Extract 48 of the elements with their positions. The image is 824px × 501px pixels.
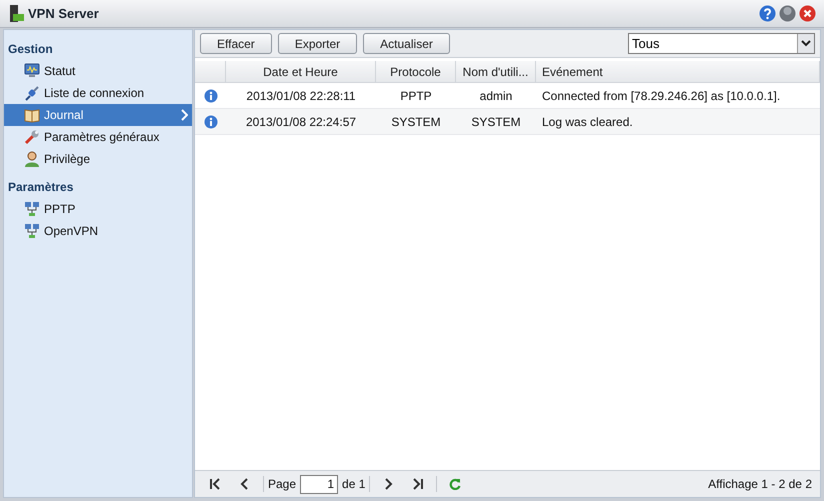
page-input[interactable]: 1 [300, 474, 338, 494]
table-cell-text: admin [478, 88, 514, 104]
network-icon [24, 201, 40, 217]
person-icon [24, 151, 40, 167]
sidebar-item[interactable]: Journal [4, 104, 192, 126]
page-count: de 1 [342, 476, 366, 493]
monitor-icon [24, 63, 40, 79]
column-header[interactable]: Nom d'utili... [456, 61, 536, 82]
toolbar-button[interactable]: Actualiser [363, 33, 450, 54]
page-label: Page [268, 476, 296, 493]
table-cell-text: Log was cleared. [541, 114, 634, 130]
minimize-icon[interactable] [779, 5, 796, 22]
sidebar-item[interactable]: Liste de connexion [4, 82, 192, 104]
server-icon [8, 4, 24, 22]
column-header[interactable]: Evénement [536, 61, 820, 82]
table-cell-text: SYSTEM [390, 114, 442, 130]
sidebar-item[interactable]: OpenVPN [4, 220, 192, 242]
window-title: VPN Server [28, 4, 99, 23]
table-cell-text: PPTP [399, 88, 433, 104]
caret-icon [801, 40, 811, 47]
first-page-icon [209, 478, 221, 490]
table-cell-text: 2013/01/08 22:24:57 [244, 114, 358, 130]
info-icon [204, 88, 218, 102]
sidebar-item[interactable]: PPTP [4, 198, 192, 220]
info-icon [204, 114, 218, 128]
sidebar-item[interactable]: Paramètres généraux [4, 126, 192, 148]
table-cell-text: SYSTEM [470, 114, 522, 130]
sidebar-item[interactable]: Statut [4, 60, 192, 82]
last-page-icon [412, 478, 424, 490]
plug-icon [24, 85, 40, 101]
help-icon[interactable] [759, 5, 776, 22]
toolbar-button[interactable]: Effacer [200, 33, 272, 54]
table-cell-text: Connected from [78.29.246.26] as [10.0.0.1]. [541, 88, 782, 104]
section-heading: Gestion [7, 41, 54, 58]
refresh-icon [449, 478, 462, 490]
page-summary: Affichage 1 - 2 de 2 [708, 476, 813, 493]
column-header[interactable]: Date et Heure [226, 61, 376, 82]
section-heading: Paramètres [7, 179, 74, 196]
book-icon [24, 107, 40, 123]
chevron-icon [180, 109, 188, 121]
sidebar-item[interactable]: Privilège [4, 148, 192, 170]
column-header[interactable]: Protocole [376, 61, 456, 82]
close-icon[interactable] [799, 5, 816, 22]
table-cell-text: 2013/01/08 22:28:11 [245, 88, 357, 104]
network-icon [24, 223, 40, 239]
toolbar-button[interactable]: Exporter [278, 33, 358, 54]
wrench-icon [24, 129, 40, 145]
filter-dropdown[interactable]: Tous [628, 33, 815, 54]
